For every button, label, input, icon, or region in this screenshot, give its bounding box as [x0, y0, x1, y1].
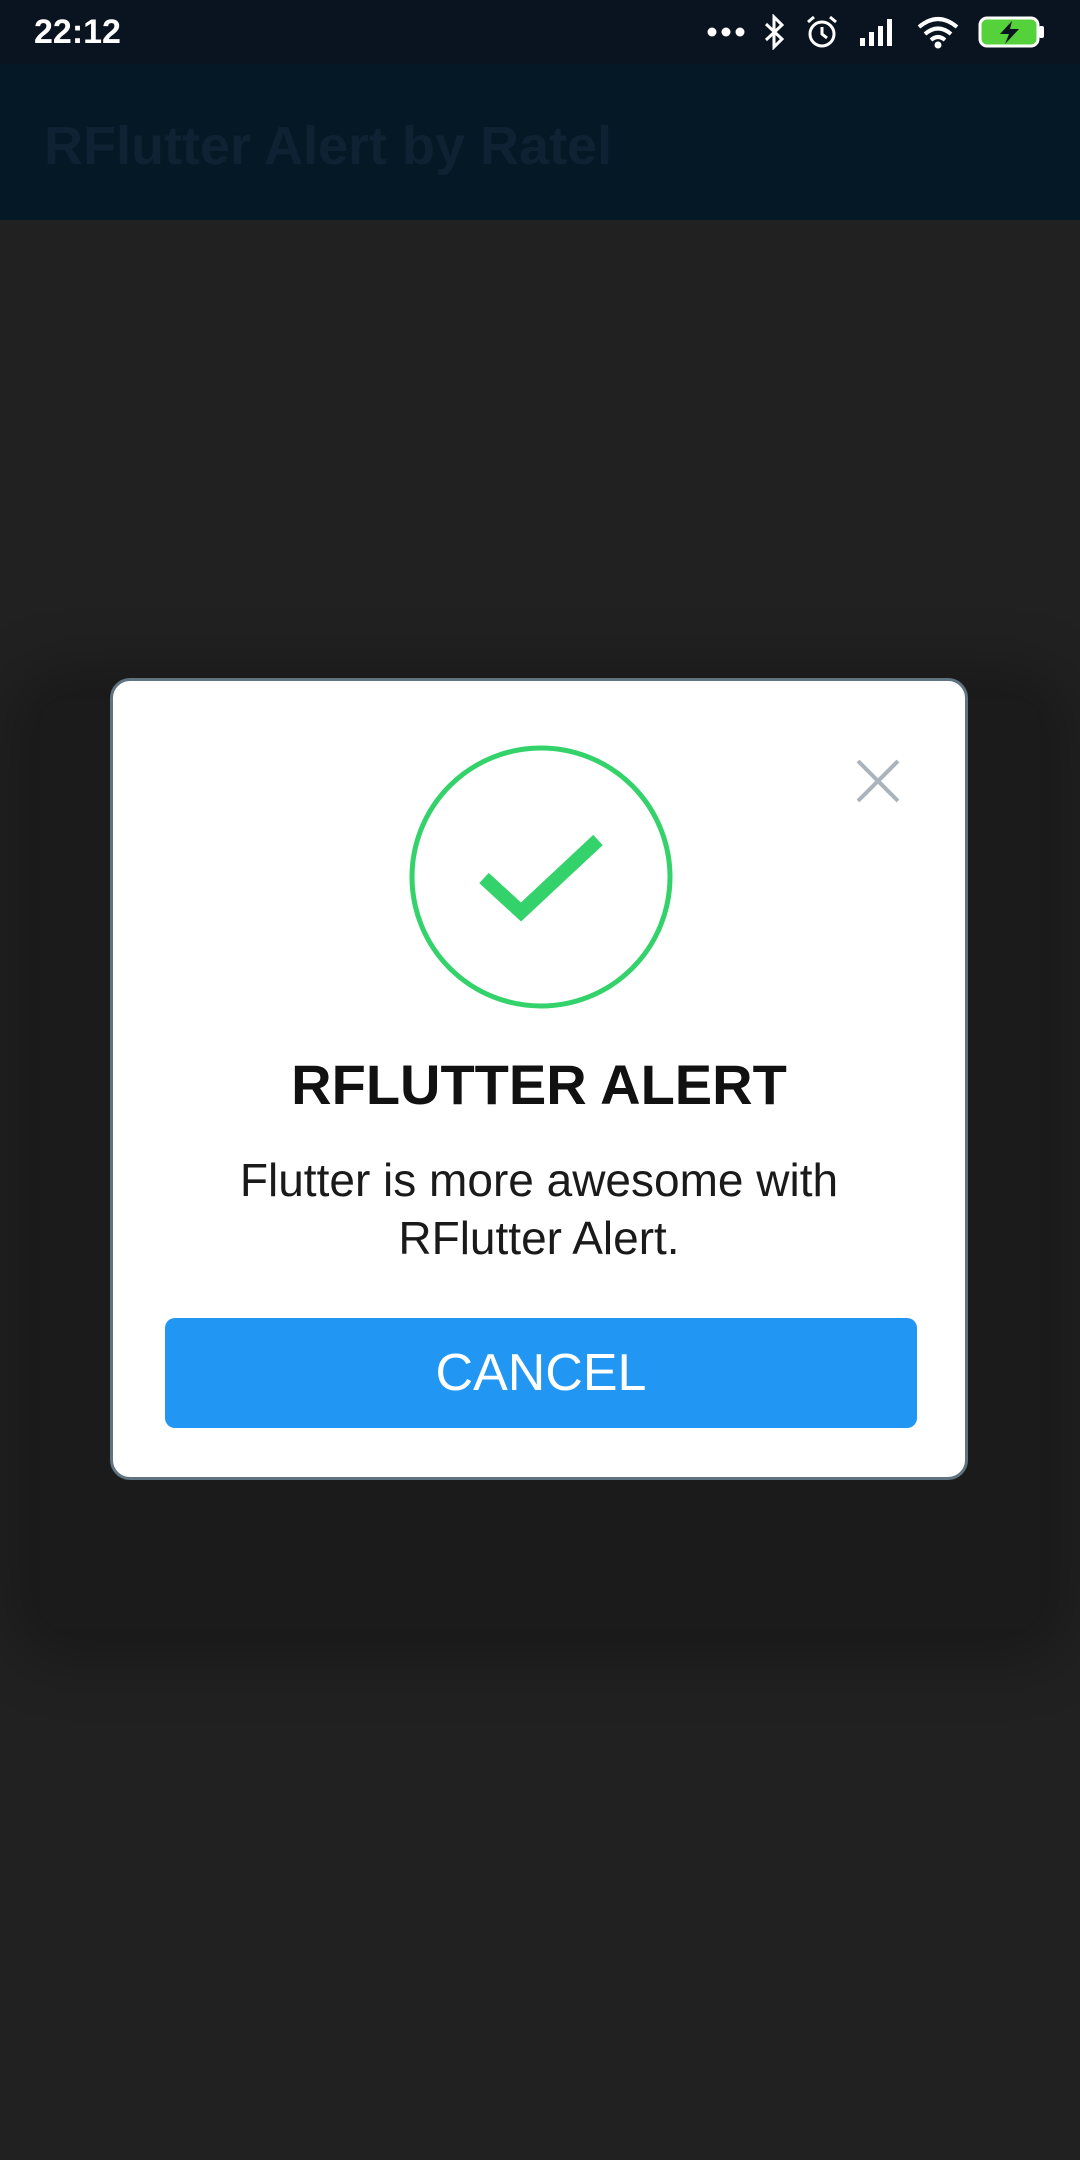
- status-bar: 22:12: [0, 0, 1080, 64]
- bluetooth-icon: [764, 14, 786, 50]
- app-title: RFlutter Alert by Ratel: [44, 116, 613, 176]
- close-icon[interactable]: [848, 751, 908, 811]
- cellular-signal-icon: [858, 16, 898, 48]
- app-bar: RFlutter Alert by Ratel: [0, 64, 1080, 220]
- more-dots-icon: [706, 26, 746, 38]
- alarm-icon: [804, 14, 840, 50]
- wifi-icon: [916, 15, 960, 49]
- cancel-button[interactable]: CANCEL: [165, 1318, 917, 1428]
- battery-charging-icon: [978, 15, 1046, 49]
- alert-description: Flutter is more awesome with RFlutter Al…: [239, 1154, 839, 1264]
- alert-title: RFLUTTER ALERT: [291, 1053, 787, 1116]
- alert-dialog: RFLUTTER ALERT Flutter is more awesome w…: [110, 678, 968, 1480]
- status-icons: [706, 12, 1046, 52]
- status-time: 22:12: [34, 13, 121, 51]
- success-check-icon: [408, 744, 674, 1010]
